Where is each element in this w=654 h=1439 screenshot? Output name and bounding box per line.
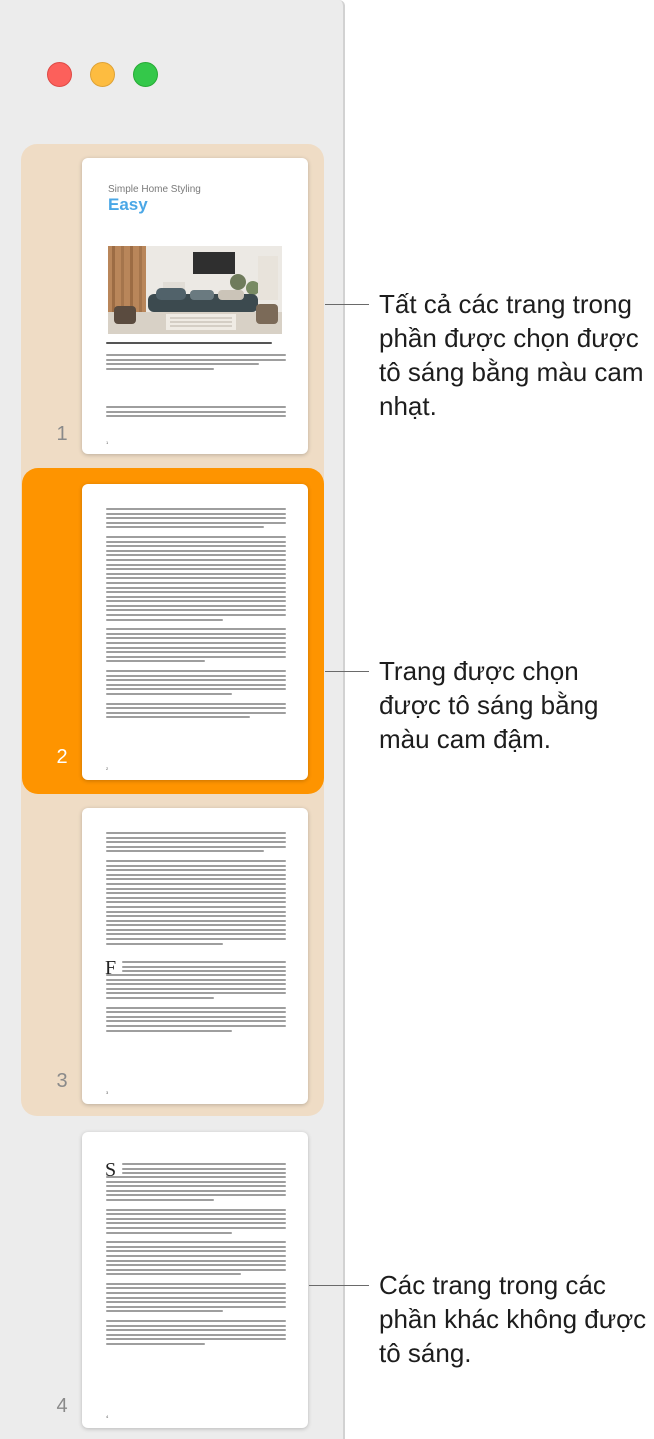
callout-selected-page: Trang được chọn được tô sáng bằng màu ca… [379,656,599,754]
close-window-button[interactable] [47,62,72,87]
page-thumbnails-sidebar: 1 Simple Home Styling Easy 1 2 2 3 F 3 4… [0,0,345,1439]
page-thumbnail-3[interactable]: F 3 [82,808,308,1104]
page-thumbnail-4[interactable]: S 4 [82,1132,308,1428]
page-footer: 4 [106,1414,109,1419]
callout-section-highlight: Tất cả các trang trong phần được chọn đư… [379,289,644,421]
minimize-window-button[interactable] [90,62,115,87]
page-thumbnail-2[interactable]: 2 [82,484,308,780]
page-text [106,406,286,420]
zoom-window-button[interactable] [133,62,158,87]
page-footer: 1 [106,440,109,445]
page-thumbnail-1[interactable]: Simple Home Styling Easy 1 [82,158,308,454]
page-number-2: 2 [56,746,68,768]
page-number-3: 3 [56,1070,68,1092]
page-text [106,354,286,372]
callout-leader-line [309,1285,369,1286]
page-title: Easy [108,195,148,214]
callout-other-sections: Các trang trong các phần khác không được… [379,1270,647,1368]
callout-leader-line [325,304,369,305]
page-text [122,1163,286,1177]
page-subtitle: Simple Home Styling [108,184,201,195]
callout-leader-line [325,671,369,672]
page-text [106,1176,286,1348]
page-text [106,832,286,947]
page-number-1: 1 [56,423,68,445]
page-number-4: 4 [56,1395,68,1417]
page-text [106,974,286,1034]
page-footer: 2 [106,766,109,771]
page-text [106,508,286,721]
page-footer: 3 [106,1090,109,1095]
page-text [122,961,286,975]
living-room-photo [108,246,282,334]
photo-caption [106,342,286,347]
